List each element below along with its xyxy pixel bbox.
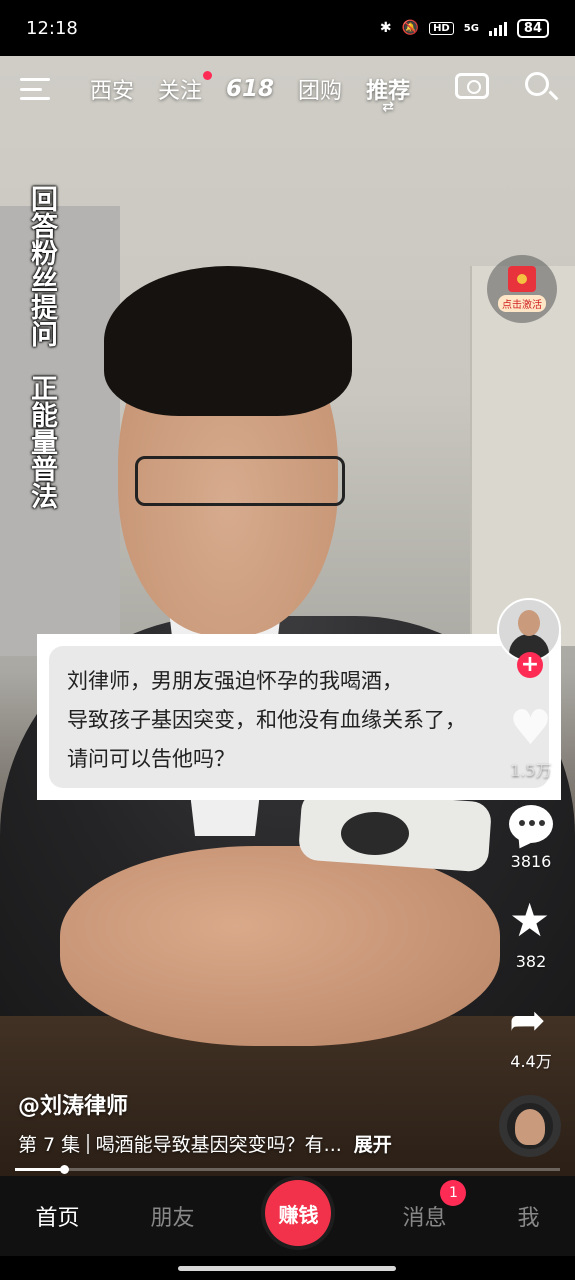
- tab-following-label: 关注: [158, 79, 203, 104]
- red-packet-label: 点击激活: [498, 295, 546, 312]
- expand-button[interactable]: 展开: [354, 1130, 392, 1157]
- video-player[interactable]: [0, 56, 575, 1176]
- camera-icon[interactable]: [455, 73, 489, 99]
- menu-icon[interactable]: [20, 78, 50, 100]
- earn-money-button[interactable]: 赚钱: [265, 1180, 332, 1246]
- question-line: 请问可以告他吗？: [67, 747, 235, 771]
- red-packet-button[interactable]: 点击激活: [487, 255, 557, 323]
- music-disc-avatar: [515, 1109, 545, 1145]
- tab-friends[interactable]: 朋友: [150, 1200, 194, 1232]
- question-line: 刘律师，男朋友强迫怀孕的我喝酒，: [67, 669, 403, 693]
- search-icon[interactable]: [525, 72, 549, 96]
- video-person-hands: [60, 846, 500, 1046]
- episode-number: 第 7 集: [18, 1134, 81, 1156]
- mute-icon: 🔕: [401, 20, 420, 36]
- tab-messages[interactable]: 消息 1: [402, 1180, 467, 1232]
- star-icon[interactable]: ★: [509, 895, 550, 945]
- notification-dot: [203, 71, 213, 80]
- battery-indicator: 84: [516, 18, 549, 38]
- video-progress-bar[interactable]: [15, 1165, 560, 1174]
- video-title: 喝酒能导致基因突变吗？有...: [95, 1134, 342, 1156]
- tab-group-buy[interactable]: 团购: [298, 73, 342, 105]
- heart-icon[interactable]: ♥: [509, 700, 552, 756]
- follow-button[interactable]: +: [517, 652, 543, 678]
- question-card: 刘律师，男朋友强迫怀孕的我喝酒， 导致孩子基因突变，和他没有血缘关系了， 请问可…: [37, 634, 561, 800]
- video-vertical-caption: 回答粉丝提问 正能量普法: [26, 185, 57, 509]
- tab-messages-label: 消息: [402, 1206, 447, 1231]
- avatar-head: [518, 610, 540, 636]
- question-line: 导致孩子基因突变，和他没有血缘关系了，: [67, 708, 466, 732]
- episode-divider: [87, 1133, 89, 1154]
- network-label: 5G: [463, 22, 479, 34]
- hd-badge: HD: [429, 21, 454, 35]
- video-progress-fill: [15, 1168, 65, 1171]
- like-count: 1.5万: [510, 761, 552, 780]
- tab-me[interactable]: 我: [517, 1200, 539, 1232]
- music-disc-icon[interactable]: [499, 1095, 561, 1157]
- tab-local[interactable]: 西安: [90, 73, 134, 105]
- tab-home[interactable]: 首页: [35, 1200, 79, 1232]
- episode-info[interactable]: 第 7 集 喝酒能导致基因突变吗？有... 展开: [18, 1130, 392, 1157]
- share-icon[interactable]: ➦: [509, 996, 546, 1046]
- home-indicator[interactable]: [178, 1266, 396, 1271]
- video-person-glasses: [135, 456, 345, 506]
- tab-following[interactable]: 关注: [158, 71, 213, 105]
- author-name[interactable]: @刘涛律师: [18, 1088, 128, 1120]
- red-packet-icon: [508, 266, 536, 292]
- comment-count: 3816: [510, 852, 552, 871]
- video-background-door: [470, 266, 575, 646]
- comment-dots-icon: [519, 820, 545, 826]
- video-phone-camera: [335, 806, 415, 861]
- video-background-wall: [0, 206, 120, 656]
- top-nav: 西安 关注 618 团购 推荐 ⇄: [0, 56, 575, 122]
- tab-recommend[interactable]: 推荐 ⇄: [366, 73, 410, 115]
- status-icons: ✱ 🔕 HD 5G 84: [379, 18, 549, 38]
- question-bubble: 刘律师，男朋友强迫怀孕的我喝酒， 导致孩子基因突变，和他没有血缘关系了， 请问可…: [49, 646, 549, 788]
- bottom-nav: 首页 朋友 赚钱 消息 1 我: [0, 1176, 575, 1256]
- video-person-hair: [104, 266, 352, 416]
- status-bar: 12:18 ✱ 🔕 HD 5G 84: [0, 0, 575, 56]
- tab-618[interactable]: 618: [226, 76, 274, 102]
- signal-icon: [488, 20, 507, 36]
- video-progress-thumb[interactable]: [60, 1165, 70, 1174]
- bluetooth-icon: ✱: [379, 20, 392, 36]
- share-count: 4.4万: [510, 1052, 552, 1071]
- message-badge: 1: [440, 1180, 467, 1206]
- refresh-icon: ⇄: [382, 99, 394, 115]
- earn-money-label: 赚钱: [278, 1202, 319, 1227]
- favorite-count: 382: [515, 952, 547, 971]
- status-time: 12:18: [26, 17, 78, 39]
